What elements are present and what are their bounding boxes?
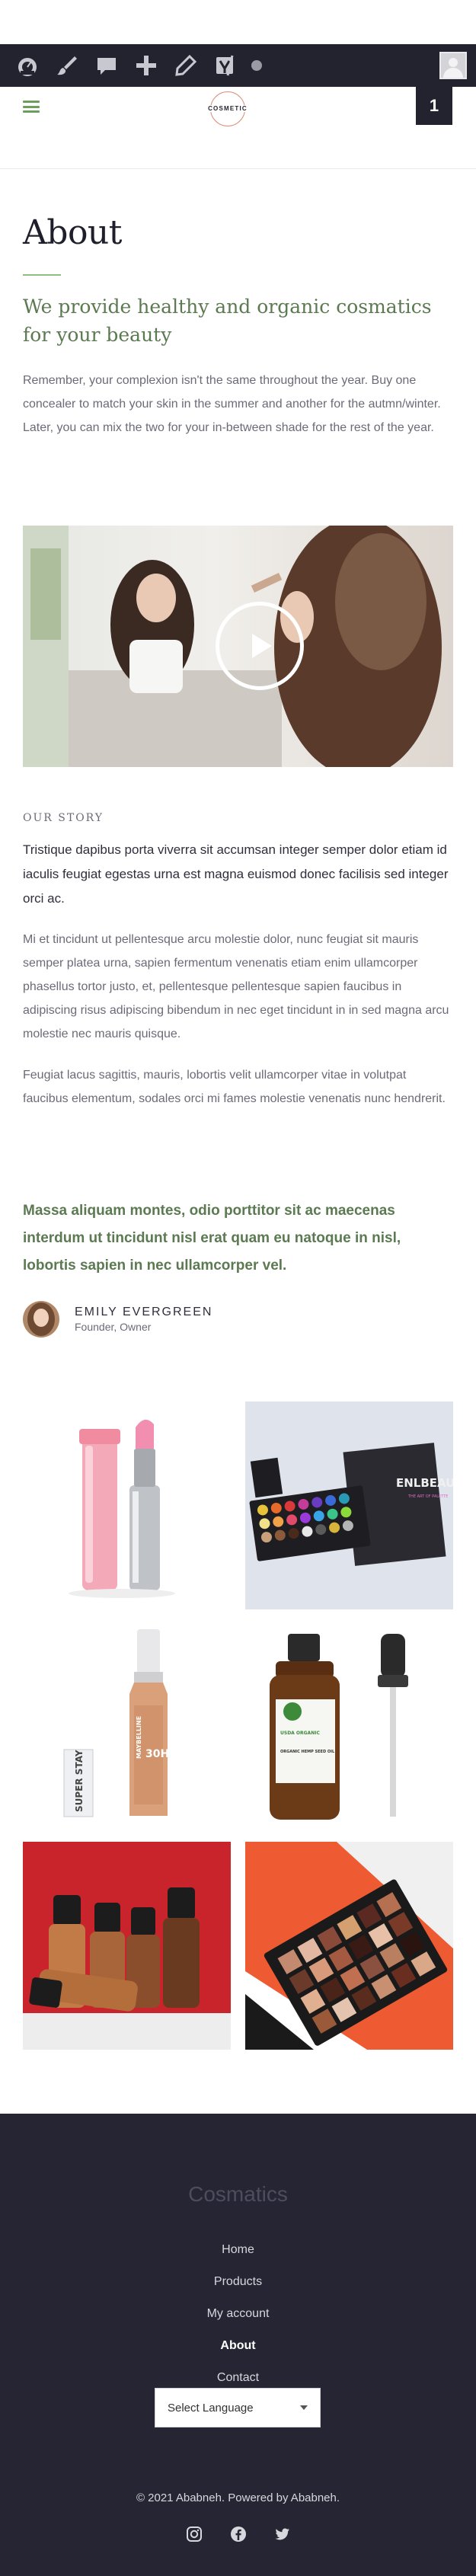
foundation-brand-text: MAYBELLINE — [136, 1716, 142, 1759]
play-icon — [252, 634, 272, 658]
seo-y-icon[interactable] — [209, 49, 242, 82]
author-name: EMILY EVERGREEN — [75, 1306, 213, 1318]
about-video[interactable] — [23, 526, 453, 767]
footer-menu: Home Products My account About Contact — [0, 2234, 476, 2394]
menu-toggle-icon[interactable] — [23, 101, 40, 113]
twitter-icon[interactable] — [273, 2525, 292, 2543]
about-intro: Remember, your complexion isn't the same… — [23, 374, 441, 434]
status-dot-icon[interactable] — [251, 60, 262, 71]
story-paragraph-1: Tristique dapibus porta viverra sit accu… — [23, 842, 449, 906]
social-links — [0, 2525, 476, 2543]
gallery-palette-image: ENLBEAUTY THE ART OF PALETTE — [245, 1401, 453, 1609]
foundation-shade-text: 30H — [145, 1748, 169, 1760]
dashboard-icon[interactable] — [11, 49, 44, 82]
title-divider — [23, 274, 61, 276]
edit-pencil-icon[interactable] — [169, 49, 203, 82]
customize-brush-icon[interactable] — [50, 49, 84, 82]
footer-menu-products[interactable]: Products — [0, 2266, 476, 2298]
palette-brand-text: ENLBEAUTY — [396, 1476, 453, 1490]
user-avatar-icon[interactable] — [439, 52, 467, 79]
author-avatar — [23, 1301, 59, 1338]
play-button[interactable] — [216, 602, 304, 690]
gallery-foundation-bottles-image — [23, 1842, 231, 2050]
cart-count: 1 — [429, 96, 439, 115]
footer-menu-about[interactable]: About — [0, 2330, 476, 2362]
page: COSMETIC 1 About We provide healthy and … — [0, 0, 476, 2576]
facebook-icon[interactable] — [229, 2525, 248, 2543]
testimonial-author: EMILY EVERGREEN Founder, Owner — [23, 1301, 212, 1338]
chevron-down-icon — [300, 2405, 308, 2410]
site-footer: Cosmatics Home Products My account About… — [0, 2114, 476, 2576]
site-header: COSMETIC 1 — [0, 87, 476, 169]
gallery-lipstick-image — [23, 1401, 231, 1609]
story-paragraph-3: Feugiat lacus sagittis, mauris, lobortis… — [23, 1069, 446, 1105]
gallery-oil-bottle-image: USDA ORGANIC ORGANIC HEMP SEED OIL — [245, 1622, 453, 1830]
footer-menu-home[interactable]: Home — [0, 2234, 476, 2266]
footer-title: Cosmatics — [188, 2182, 288, 2206]
new-plus-icon[interactable] — [129, 49, 163, 82]
comments-icon[interactable] — [90, 49, 123, 82]
gallery-foundation-image: SUPER STAY MAYBELLINE 30H — [23, 1622, 231, 1830]
language-select-value: Select Language — [168, 2401, 254, 2415]
author-role: Founder, Owner — [75, 1321, 152, 1333]
about-lead: We provide healthy and organic cosmatics… — [23, 296, 432, 346]
bottle-label-text: USDA ORGANIC — [280, 1731, 320, 1736]
story-kicker: OUR STORY — [23, 812, 104, 824]
language-select[interactable]: Select Language — [155, 2388, 321, 2427]
bottle-name-text: ORGANIC HEMP SEED OIL — [280, 1750, 335, 1754]
page-title: About — [23, 213, 122, 252]
logo-text: COSMETIC — [201, 105, 254, 112]
site-logo[interactable]: COSMETIC — [201, 88, 254, 131]
instagram-icon[interactable] — [185, 2525, 203, 2543]
footer-menu-my-account[interactable]: My account — [0, 2298, 476, 2330]
testimonial-quote: Massa aliquam montes, odio porttitor sit… — [23, 1203, 401, 1274]
story-paragraph-2: Mi et tincidunt ut pellentesque arcu mol… — [23, 933, 449, 1040]
admin-bar — [0, 44, 476, 87]
stick-text: SUPER STAY — [74, 1750, 85, 1812]
palette-sub-text: THE ART OF PALETTE — [407, 1494, 448, 1499]
cart-button[interactable]: 1 — [416, 87, 452, 125]
gallery-eyeshadow-image — [245, 1842, 453, 2050]
footer-copyright: © 2021 Ababneh. Powered by Ababneh. — [136, 2491, 340, 2504]
